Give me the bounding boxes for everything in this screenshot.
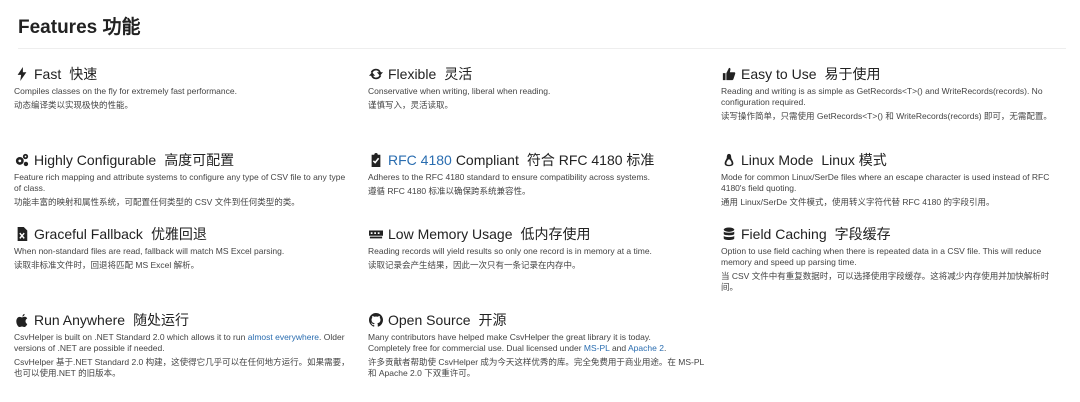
feature-desc-cn: 谨慎写入，灵活读取。 [368,100,454,110]
feature-desc-cn: 当 CSV 文件中有重复数据时，可以选择使用字段缓存。这将减少内存使用并加快解析… [721,271,1050,292]
apple-icon [14,313,30,327]
feature-title-en: Run Anywhere [34,312,126,328]
feature-desc: Conservative when writing, liberal when … [368,86,551,96]
feature-title-cn: Linux 模式 [821,152,887,168]
feature-title-en: Open Source [388,312,471,328]
feature-title: Low Memory Usage 低内存使用 [368,224,708,244]
feature-title-cn: 随处运行 [133,312,190,328]
refresh-icon [368,67,384,81]
ms-pl-link[interactable]: MS-PL [584,343,610,353]
feature-title: Field Caching 字段缓存 [721,224,1061,244]
github-icon [368,313,384,327]
feature-run-anywhere: Run Anywhere 随处运行 CsvHelper is built on … [14,310,354,379]
feature-title-en: Graceful Fallback [34,226,143,242]
feature-title: Run Anywhere 随处运行 [14,310,354,330]
feature-linux-mode: Linux Mode Linux 模式 Mode for common Linu… [721,150,1061,208]
feature-title-en: Highly Configurable [34,152,157,168]
feature-desc-cn: 读取非标准文件时，回退将匹配 MS Excel 解析。 [14,260,200,270]
desc-text: and [609,343,629,353]
feature-desc: Compiles classes on the fly for extremel… [14,86,237,96]
thumbs-up-icon [721,67,737,81]
feature-desc: Mode for common Linux/SerDe files where … [721,172,1050,193]
desc-text: Completely free for commercial use. Dual… [368,343,584,353]
feature-fast: Fast 快速 Compiles classes on the fly for … [14,64,354,111]
feature-title-en: Flexible [388,66,437,82]
feature-title-cn: 灵活 [444,66,473,82]
feature-desc-cn: 读写操作简单，只需使用 GetRecords<T>() 和 WriteRecor… [721,111,1052,121]
feature-title-en: Easy to Use [741,66,817,82]
feature-field-caching: Field Caching 字段缓存 Option to use field c… [721,224,1061,293]
feature-title-cn: 符合 RFC 4180 标准 [526,152,655,168]
feature-desc-cn: CsvHelper 基于.NET Standard 2.0 构建，这使得它几乎可… [14,357,350,378]
feature-desc: Reading and writing is as simple as GetR… [721,86,1043,107]
feature-title-cn: 快速 [69,66,98,82]
feature-title-en: Low Memory Usage [388,226,513,242]
rfc-4180-link[interactable]: RFC 4180 [388,152,452,168]
apache-2-link[interactable]: Apache 2 [628,343,664,353]
feature-title: Flexible 灵活 [368,64,708,84]
feature-desc-cn: 动态编译类以实现极快的性能。 [14,100,134,110]
feature-title-en: Fast [34,66,62,82]
feature-title: Fast 快速 [14,64,354,84]
feature-title-en: Compliant [455,152,519,168]
feature-open-source: Open Source 开源 Many contributors have he… [368,310,708,379]
desc-text: Many contributors have helped make CsvHe… [368,332,651,342]
database-icon [721,227,737,241]
feature-rfc-4180-compliant: RFC 4180 Compliant 符合 RFC 4180 标准 Adhere… [368,150,708,197]
feature-flexible: Flexible 灵活 Conservative when writing, l… [368,64,708,111]
feature-highly-configurable: Highly Configurable 高度可配置 Feature rich m… [14,150,354,208]
page-title: Features 功能 [18,17,141,38]
feature-title: Open Source 开源 [368,310,708,330]
feature-title-cn: 易于使用 [824,66,881,82]
feature-desc: Adheres to the RFC 4180 standard to ensu… [368,172,651,182]
almost-everywhere-link[interactable]: almost everywhere [248,332,319,342]
feature-title: Graceful Fallback 优雅回退 [14,224,354,244]
feature-desc: Many contributors have helped make CsvHe… [368,332,708,354]
feature-desc-cn: 通用 Linux/SerDe 文件模式，使用转义字符代替 RFC 4180 的字… [721,197,995,207]
feature-title: Highly Configurable 高度可配置 [14,150,354,170]
feature-desc: Reading records will yield results so on… [368,246,652,256]
feature-desc: When non-standard files are read, fallba… [14,246,285,256]
feature-title-en: Field Caching [741,226,827,242]
feature-title: Linux Mode Linux 模式 [721,150,1061,170]
clipboard-check-icon [368,153,384,167]
excel-icon [14,227,30,241]
feature-title-cn: 字段缓存 [834,226,891,242]
gears-icon [14,153,30,167]
feature-graceful-fallback: Graceful Fallback 优雅回退 When non-standard… [14,224,354,271]
linux-icon [721,153,737,167]
title-divider [18,48,1066,49]
feature-title-en: Linux Mode [741,152,814,168]
feature-low-memory-usage: Low Memory Usage 低内存使用 Reading records w… [368,224,708,271]
feature-desc-cn: 读取记录会产生结果，因此一次只有一条记录在内存中。 [368,260,581,270]
feature-title-cn: 高度可配置 [164,152,235,168]
feature-title-cn: 优雅回退 [150,226,207,242]
feature-desc: Feature rich mapping and attribute syste… [14,172,346,193]
memory-icon [368,227,384,241]
feature-desc: CsvHelper is built on .NET Standard 2.0 … [14,332,354,354]
feature-title: Easy to Use 易于使用 [721,64,1061,84]
feature-desc-cn: 许多贡献者帮助使 CsvHelper 成为今天这样优秀的库。完全免费用于商业用途… [368,357,704,378]
bolt-icon [14,67,30,81]
feature-title-cn: 低内存使用 [520,226,591,242]
feature-desc-cn: 功能丰富的映射和属性系统，可配置任何类型的 CSV 文件到任何类型的类。 [14,197,300,207]
desc-text: CsvHelper is built on .NET Standard 2.0 … [14,332,248,342]
feature-title: RFC 4180 Compliant 符合 RFC 4180 标准 [368,150,708,170]
feature-desc: Option to use field caching when there i… [721,246,1042,267]
feature-easy-to-use: Easy to Use 易于使用 Reading and writing is … [721,64,1061,122]
feature-title-cn: 开源 [478,312,507,328]
desc-text: . [663,343,667,353]
feature-desc-cn: 遵循 RFC 4180 标准以确保跨系统兼容性。 [368,186,531,196]
